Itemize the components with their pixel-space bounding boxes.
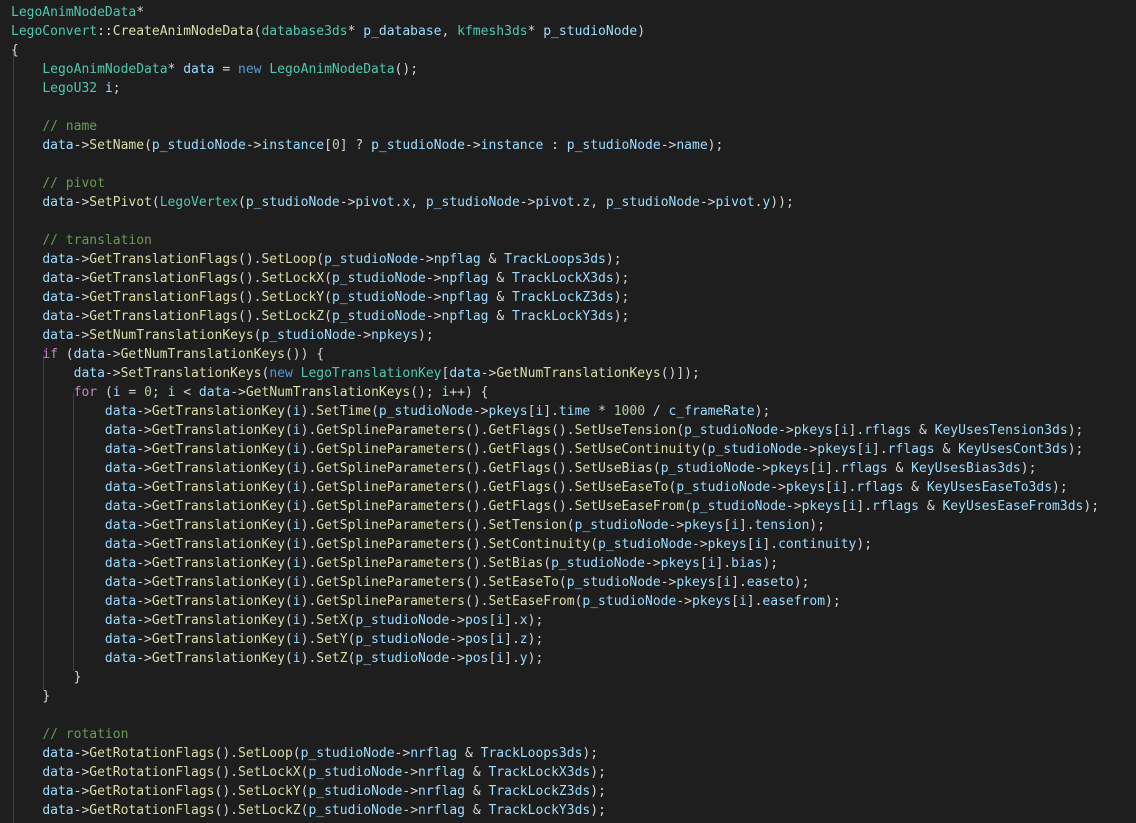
code-line[interactable]: data->GetTranslationKey(i).GetSplinePara… — [11, 573, 809, 592]
code-line[interactable]: data->GetTranslationKey(i).GetSplinePara… — [11, 592, 841, 611]
code-line[interactable]: data->SetNumTranslationKeys(p_studioNode… — [11, 326, 433, 345]
code-line[interactable]: data->GetRotationFlags().SetLockX(p_stud… — [11, 763, 606, 782]
code-line[interactable]: data->GetTranslationKey(i).SetZ(p_studio… — [11, 649, 543, 668]
code-line[interactable]: data->GetTranslationKey(i).GetSplinePara… — [11, 421, 1083, 440]
code-line[interactable]: data->GetRotationFlags().SetLockZ(p_stud… — [11, 801, 606, 820]
code-line[interactable]: LegoU32 i; — [11, 79, 120, 98]
code-line[interactable]: data->GetRotationFlags().SetLoop(p_studi… — [11, 744, 598, 763]
code-line[interactable]: data->GetTranslationKey(i).GetSplinePara… — [11, 554, 778, 573]
code-line[interactable]: // pivot — [11, 174, 105, 193]
code-line[interactable]: // rotation — [11, 725, 128, 744]
code-line[interactable]: data->GetTranslationKey(i).GetSplinePara… — [11, 459, 1036, 478]
code-line[interactable]: // translation — [11, 231, 152, 250]
code-editor[interactable]: LegoAnimNodeData* LegoConvert::CreateAnim… — [0, 0, 1136, 823]
code-line[interactable]: // name — [11, 117, 97, 136]
code-line[interactable]: data->GetTranslationKey(i).SetY(p_studio… — [11, 630, 543, 649]
code-line[interactable]: { — [11, 41, 19, 60]
code-line[interactable]: data->GetTranslationFlags().SetLockZ(p_s… — [11, 307, 629, 326]
code-line[interactable]: data->GetTranslationKey(i).SetX(p_studio… — [11, 611, 543, 630]
code-line[interactable]: LegoConvert::CreateAnimNodeData(database… — [11, 22, 645, 41]
code-line[interactable]: data->SetPivot(LegoVertex(p_studioNode->… — [11, 193, 793, 212]
code-line[interactable]: data->GetTranslationFlags().SetLockY(p_s… — [11, 288, 629, 307]
code-line[interactable]: data->GetTranslationKey(i).GetSplinePara… — [11, 497, 1099, 516]
code-line[interactable]: data->GetTranslationKey(i).GetSplinePara… — [11, 440, 1083, 459]
code-line[interactable]: } — [11, 687, 50, 706]
code-line[interactable]: data->GetTranslationFlags().SetLoop(p_st… — [11, 250, 621, 269]
code-line[interactable]: data->GetTranslationKey(i).SetTime(p_stu… — [11, 402, 770, 421]
code-line[interactable]: data->GetTranslationKey(i).GetSplinePara… — [11, 478, 1068, 497]
code-line[interactable]: data->SetTranslationKeys(new LegoTransla… — [11, 364, 700, 383]
code-line[interactable]: data->SetName(p_studioNode->instance[0] … — [11, 136, 723, 155]
code-line[interactable]: data->GetTranslationFlags().SetLockX(p_s… — [11, 269, 629, 288]
code-line[interactable]: data->GetTranslationKey(i).GetSplinePara… — [11, 535, 872, 554]
code-line[interactable]: for (i = 0; i < data->GetNumTranslationK… — [11, 383, 489, 402]
code-line[interactable]: data->GetTranslationKey(i).GetSplinePara… — [11, 516, 825, 535]
code-line[interactable]: if (data->GetNumTranslationKeys()) { — [11, 345, 324, 364]
code-line[interactable]: } — [11, 668, 82, 687]
code-line[interactable]: data->GetRotationFlags().SetLockY(p_stud… — [11, 782, 606, 801]
code-line[interactable]: LegoAnimNodeData* data = new LegoAnimNod… — [11, 60, 418, 79]
code-line[interactable]: LegoAnimNodeData* — [11, 3, 144, 22]
